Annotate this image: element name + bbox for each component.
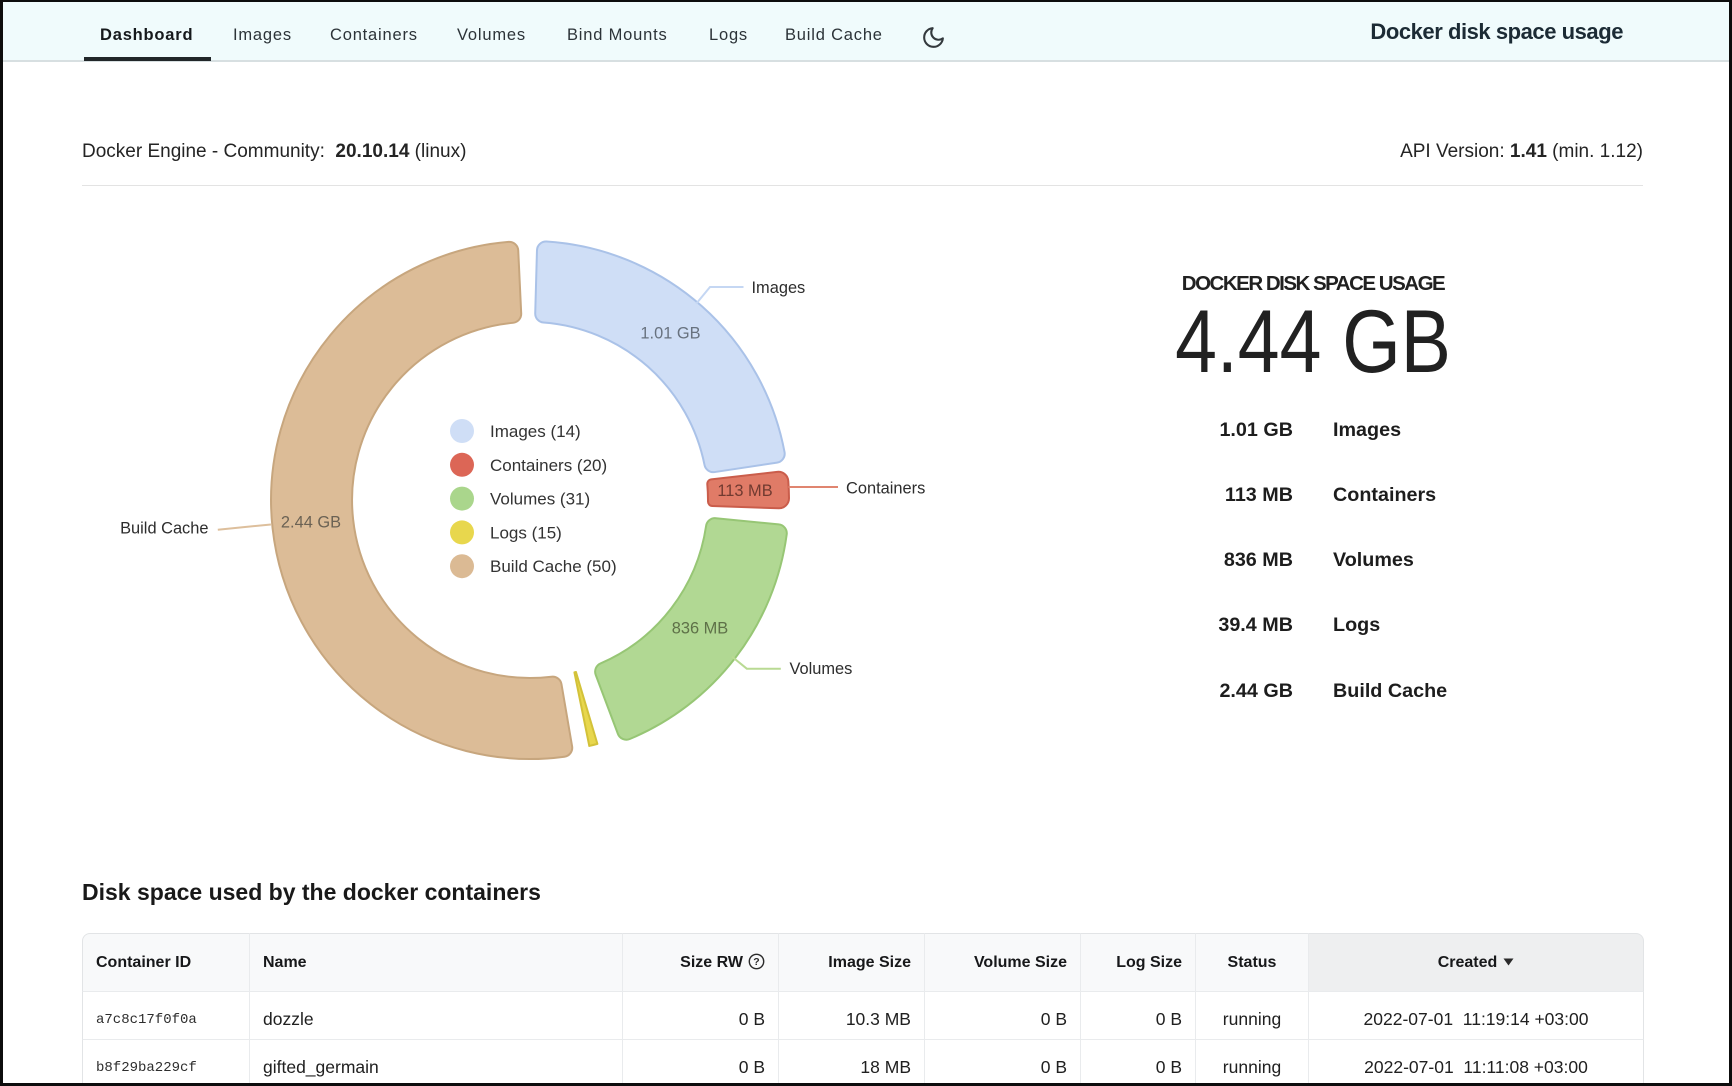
svg-text:Build Cache (50): Build Cache (50) <box>490 557 617 576</box>
svg-text:Volumes (31): Volumes (31) <box>490 490 590 509</box>
svg-text:Containers (20): Containers (20) <box>490 456 607 475</box>
svg-text:113 MB: 113 MB <box>717 482 772 500</box>
svg-text:Logs (15): Logs (15) <box>490 523 562 542</box>
svg-text:Containers: Containers <box>846 480 925 498</box>
svg-text:836 MB: 836 MB <box>672 619 729 637</box>
svg-text:Images (14): Images (14) <box>490 422 581 441</box>
svg-text:?: ? <box>753 956 759 968</box>
svg-text:Images: Images <box>752 279 806 297</box>
svg-text:Volumes: Volumes <box>790 660 853 678</box>
svg-text:1.01 GB: 1.01 GB <box>640 324 700 342</box>
svg-text:Build Cache: Build Cache <box>120 520 208 538</box>
svg-text:2.44 GB: 2.44 GB <box>281 513 341 531</box>
